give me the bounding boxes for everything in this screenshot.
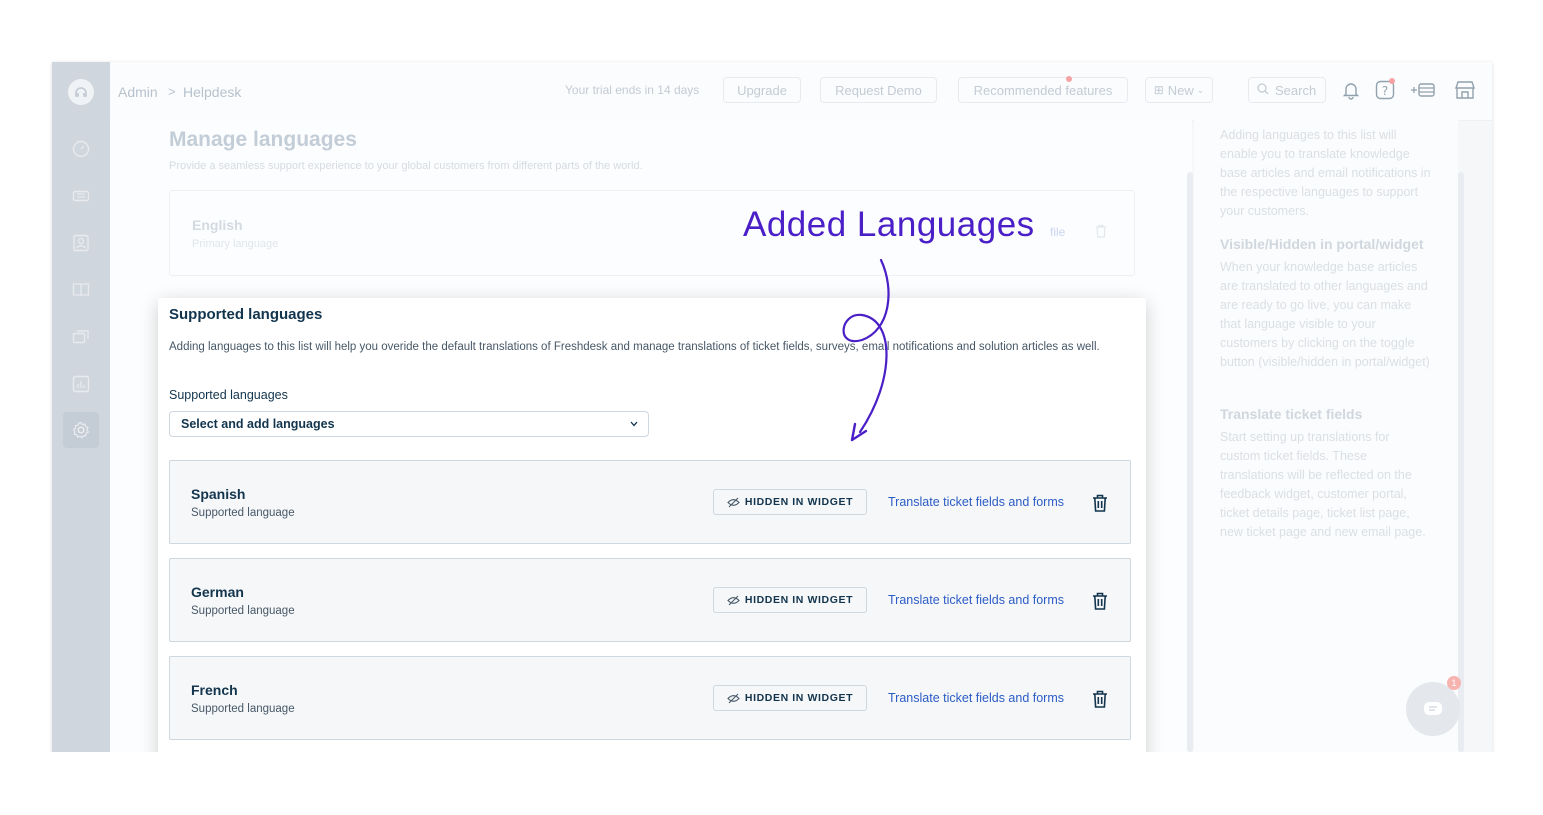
trash-icon[interactable] bbox=[1092, 494, 1108, 512]
breadcrumb-current: Helpdesk bbox=[183, 84, 242, 100]
chat-badge: 1 bbox=[1447, 676, 1461, 690]
upgrade-button[interactable]: Upgrade bbox=[723, 77, 801, 103]
language-sub: Supported language bbox=[191, 605, 295, 617]
language-name: French bbox=[191, 682, 238, 698]
help-dot bbox=[1389, 78, 1395, 84]
help-intro-text: Adding languages to this list will enabl… bbox=[1220, 128, 1431, 218]
eye-off-icon bbox=[727, 497, 740, 507]
eye-off-icon bbox=[727, 595, 740, 605]
toggle-label: HIDDEN IN WIDGET bbox=[744, 692, 854, 704]
supported-languages-panel: Supported languages Adding languages to … bbox=[158, 298, 1146, 768]
request-demo-button[interactable]: Request Demo bbox=[820, 77, 937, 103]
primary-file-link[interactable]: file bbox=[1050, 225, 1065, 239]
tickets-icon[interactable] bbox=[72, 187, 90, 205]
hidden-in-widget-toggle[interactable]: HIDDEN IN WIDGET bbox=[713, 685, 867, 711]
translate-ticket-fields-link[interactable]: Translate ticket fields and forms bbox=[888, 495, 1064, 509]
search-icon bbox=[1257, 82, 1269, 98]
help-visible-text: When your knowledge base articles are tr… bbox=[1220, 260, 1430, 369]
recommended-features-button[interactable]: Recommended features bbox=[958, 77, 1128, 103]
freshdesk-logo-icon[interactable] bbox=[68, 79, 94, 105]
language-sub: Supported language bbox=[191, 507, 295, 519]
new-label: New bbox=[1167, 82, 1194, 98]
supported-languages-description: Adding languages to this list will help … bbox=[169, 341, 1100, 353]
search-placeholder: Search bbox=[1275, 82, 1317, 98]
primary-trash-icon[interactable] bbox=[1095, 224, 1107, 238]
language-sub: Supported language bbox=[191, 703, 295, 715]
panel-scrollbar[interactable] bbox=[1458, 172, 1464, 752]
primary-language-sub: Primary language bbox=[192, 238, 279, 250]
language-card-german: German Supported language HIDDEN IN WIDG… bbox=[169, 558, 1131, 642]
toggle-label: HIDDEN IN WIDGET bbox=[744, 496, 854, 508]
new-dropdown-button[interactable]: ⊞ New ⌄ bbox=[1145, 77, 1213, 103]
primary-language-name: English bbox=[192, 217, 243, 233]
trash-icon[interactable] bbox=[1092, 592, 1108, 610]
help-translate-text: Start setting up translations for custom… bbox=[1220, 430, 1426, 539]
dashboard-icon[interactable] bbox=[72, 140, 90, 158]
language-name: German bbox=[191, 584, 244, 600]
sidebar bbox=[52, 62, 110, 752]
top-bar: Admin > Helpdesk Your trial ends in 14 d… bbox=[110, 62, 1492, 121]
bottom-margin bbox=[0, 752, 1543, 815]
help-translate-heading: Translate ticket fields bbox=[1220, 406, 1363, 422]
help-visible-heading: Visible/Hidden in portal/widget bbox=[1220, 236, 1424, 252]
toggle-label: HIDDEN IN WIDGET bbox=[744, 594, 854, 606]
supported-languages-label: Supported languages bbox=[169, 388, 288, 402]
breadcrumb-admin-link[interactable]: Admin bbox=[118, 84, 158, 100]
svg-text:?: ? bbox=[1382, 84, 1388, 98]
language-select-value: Select and add languages bbox=[181, 417, 335, 431]
chevron-down-icon bbox=[630, 421, 638, 427]
notifications-bell-icon[interactable] bbox=[1341, 80, 1361, 100]
forums-icon[interactable] bbox=[72, 328, 90, 346]
translate-ticket-fields-link[interactable]: Translate ticket fields and forms bbox=[888, 691, 1064, 705]
chat-widget-button[interactable] bbox=[1406, 682, 1460, 736]
apps-add-icon[interactable] bbox=[1410, 80, 1436, 100]
breadcrumb-separator: > bbox=[168, 84, 176, 99]
manage-languages-subtitle: Provide a seamless support experience to… bbox=[169, 160, 643, 172]
plus-box-icon: ⊞ bbox=[1153, 83, 1164, 97]
language-card-spanish: Spanish Supported language HIDDEN IN WID… bbox=[169, 460, 1131, 544]
supported-languages-title: Supported languages bbox=[169, 306, 323, 323]
solutions-book-icon[interactable] bbox=[72, 281, 90, 299]
marketplace-store-icon[interactable] bbox=[1453, 80, 1477, 100]
chat-bubble-icon bbox=[1424, 702, 1442, 715]
annotation-label: Added Languages bbox=[743, 205, 1035, 244]
manage-languages-title: Manage languages bbox=[169, 128, 357, 151]
eye-off-icon bbox=[727, 693, 740, 703]
chevron-down-icon: ⌄ bbox=[1196, 84, 1205, 95]
search-box[interactable]: Search bbox=[1248, 77, 1326, 103]
hidden-in-widget-toggle[interactable]: HIDDEN IN WIDGET bbox=[713, 489, 867, 515]
language-select-dropdown[interactable]: Select and add languages bbox=[169, 411, 649, 437]
reports-icon[interactable] bbox=[72, 375, 90, 393]
contacts-icon[interactable] bbox=[72, 234, 90, 252]
language-name: Spanish bbox=[191, 486, 246, 502]
hidden-in-widget-toggle[interactable]: HIDDEN IN WIDGET bbox=[713, 587, 867, 613]
notification-dot bbox=[1066, 76, 1072, 82]
content-scrollbar[interactable] bbox=[1187, 172, 1193, 752]
language-card-french: French Supported language HIDDEN IN WIDG… bbox=[169, 656, 1131, 740]
translate-ticket-fields-link[interactable]: Translate ticket fields and forms bbox=[888, 593, 1064, 607]
trial-text: Your trial ends in 14 days bbox=[565, 83, 700, 97]
trash-icon[interactable] bbox=[1092, 690, 1108, 708]
settings-gear-icon[interactable] bbox=[72, 421, 90, 439]
